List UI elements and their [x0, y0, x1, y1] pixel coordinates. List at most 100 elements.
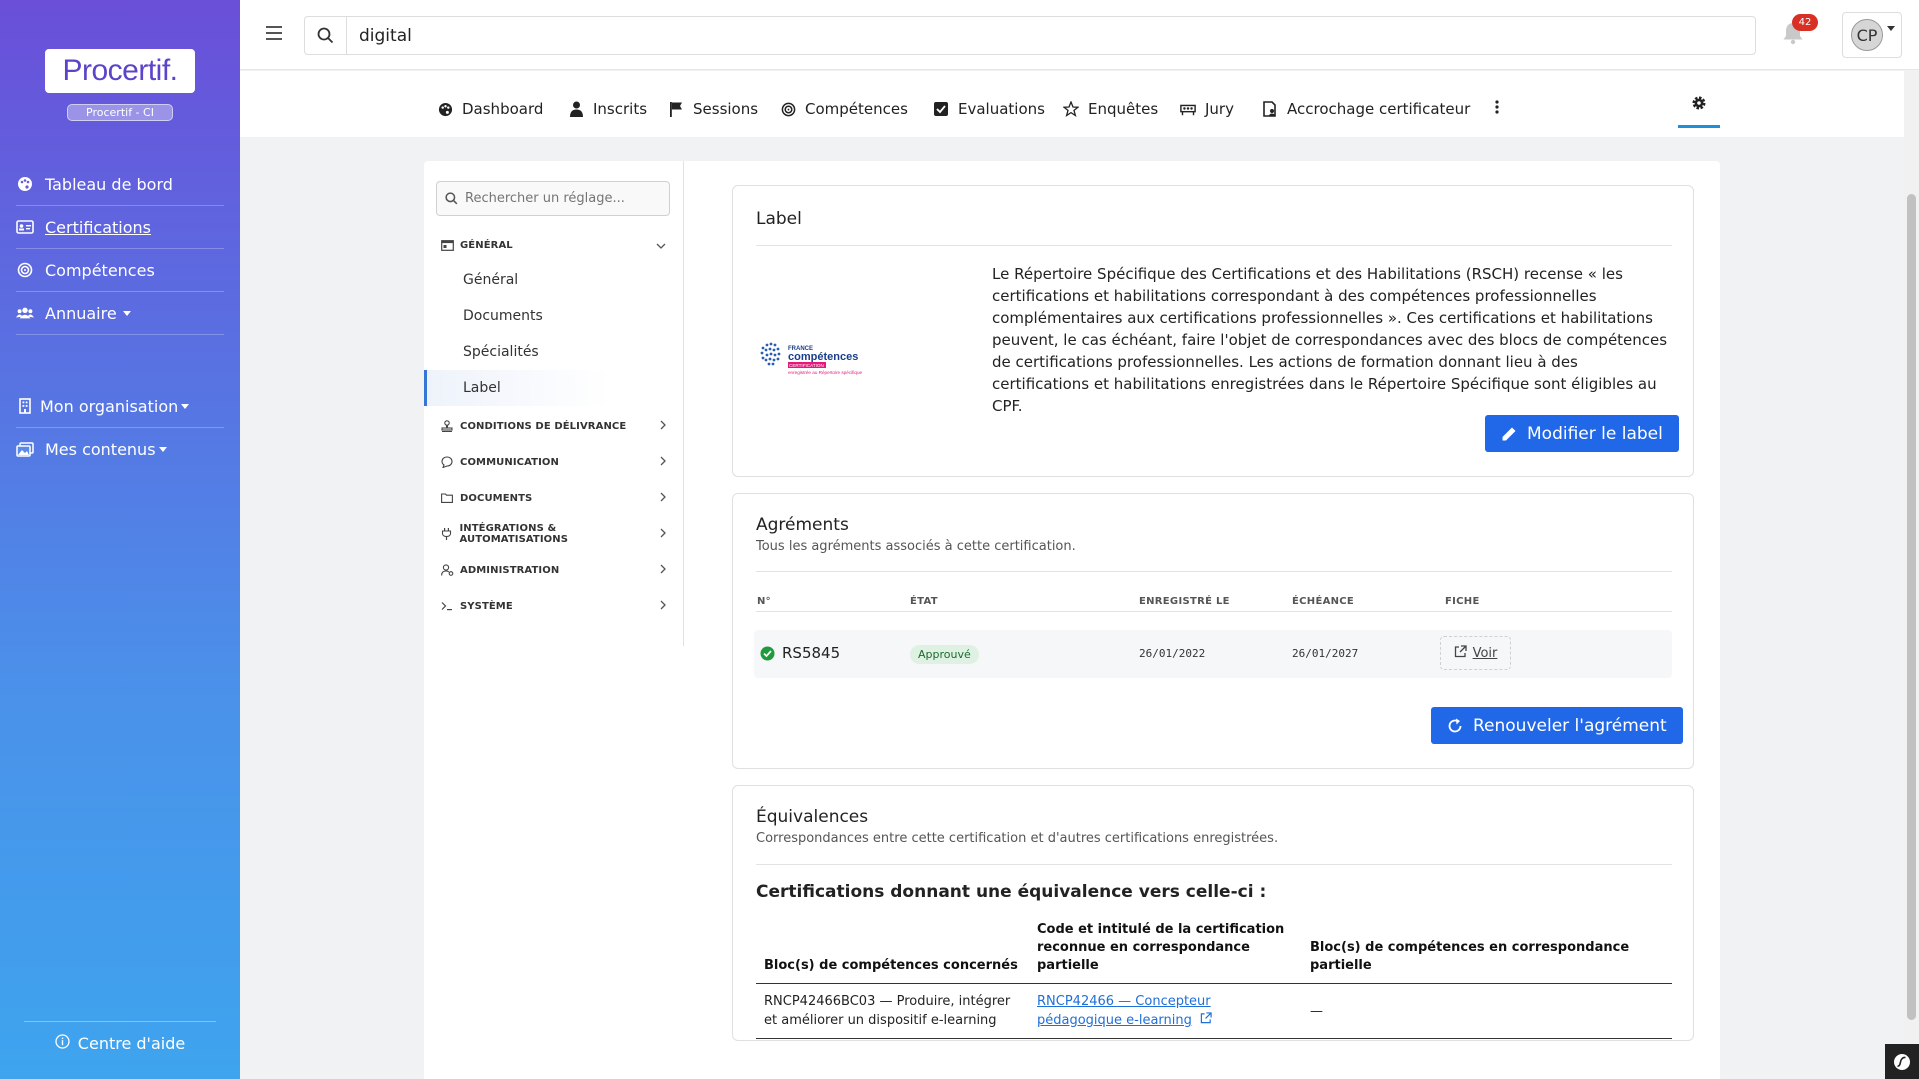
- sidebar-item-annuaire[interactable]: Annuaire: [16, 292, 224, 335]
- chevron-right-icon: [660, 455, 666, 470]
- section-label: INTÉGRATIONS & AUTOMATISATIONS: [459, 523, 569, 545]
- section-communication[interactable]: COMMUNICATION: [440, 452, 666, 472]
- section-general[interactable]: GÉNÉRAL: [440, 235, 666, 255]
- plug-icon: [440, 528, 453, 540]
- chevron-right-icon: [660, 563, 666, 578]
- stamp-icon: [440, 420, 454, 432]
- tab-inscrits[interactable]: Inscrits: [568, 98, 647, 120]
- divider: [756, 571, 1672, 572]
- more-tabs-button[interactable]: [1495, 98, 1499, 120]
- tab-sessions[interactable]: Sessions: [668, 98, 758, 120]
- button-label: Modifier le label: [1527, 423, 1663, 444]
- section-documents[interactable]: DOCUMENTS: [440, 488, 666, 508]
- edit-label-button[interactable]: Modifier le label: [1485, 415, 1679, 452]
- tab-label: Sessions: [693, 100, 759, 118]
- logo-line-3: CERTIFICATION: [789, 363, 824, 368]
- file-person-icon: [1262, 101, 1278, 117]
- folder-icon: [440, 493, 454, 503]
- status-badge: Approuvé: [910, 645, 979, 664]
- tab-enquetes[interactable]: Enquêtes: [1063, 98, 1158, 120]
- search-input[interactable]: [347, 25, 1727, 46]
- section-label: SYSTÈME: [460, 600, 513, 612]
- external-link-icon: [1200, 1011, 1212, 1030]
- section-conditions-delivrance[interactable]: CONDITIONS DE DÉLIVRANCE: [440, 416, 666, 436]
- section-label: COMMUNICATION: [460, 456, 559, 468]
- section-label: DOCUMENTS: [460, 492, 533, 504]
- settings-item-label[interactable]: Label: [424, 370, 612, 406]
- section-systeme[interactable]: SYSTÈME: [440, 596, 666, 616]
- scroll-thumb[interactable]: [1907, 194, 1916, 1020]
- column-header: Bloc(s) de compétences en correspondance…: [1302, 913, 1672, 984]
- check-circle-icon: [760, 646, 775, 661]
- section-integrations[interactable]: INTÉGRATIONS & AUTOMATISATIONS: [440, 523, 666, 545]
- card-title: Agréments: [756, 515, 849, 535]
- card-subtitle: Correspondances entre cette certificatio…: [756, 831, 1279, 846]
- settings-item-label-text: Label: [463, 380, 501, 396]
- tab-dashboard[interactable]: Dashboard: [437, 98, 543, 120]
- tab-label: Evaluations: [958, 100, 1045, 118]
- external-link-icon: [1454, 644, 1467, 662]
- app-logo[interactable]: Procertif.: [45, 49, 195, 93]
- tab-jury[interactable]: Jury: [1180, 98, 1234, 120]
- sidebar-item-label: Certifications: [45, 217, 151, 237]
- partial-cell: —: [1302, 983, 1672, 1039]
- sidebar-item-label: Tableau de bord: [45, 174, 173, 194]
- help-center-link[interactable]: Centre d'aide: [24, 1021, 216, 1065]
- top-bar: 42 CP: [240, 0, 1919, 70]
- org-badge[interactable]: Procertif - CI: [67, 104, 173, 121]
- button-label: Renouveler l'agrément: [1473, 715, 1667, 736]
- pencil-icon: [1501, 426, 1517, 442]
- table-row: RS5845 Approuvé 26/01/2022 26/01/2027 Vo…: [754, 630, 1672, 678]
- chevron-right-icon: [660, 527, 666, 542]
- section-label: GÉNÉRAL: [460, 239, 513, 251]
- caret-down-icon: [1887, 25, 1895, 31]
- tab-label: Inscrits: [593, 100, 648, 118]
- sidebar-item-tableau-de-bord[interactable]: Tableau de bord: [16, 163, 224, 206]
- link-label: Voir: [1472, 645, 1498, 661]
- registered-date: 26/01/2022: [1139, 647, 1206, 660]
- settings-item-general[interactable]: Général: [424, 262, 612, 298]
- menu-toggle-icon[interactable]: [266, 26, 282, 40]
- palette-icon: [437, 101, 453, 117]
- divider: [756, 611, 1672, 612]
- caret-down-icon: [122, 310, 131, 316]
- tab-evaluations[interactable]: Evaluations: [933, 98, 1045, 120]
- settings-item-documents[interactable]: Documents: [424, 298, 612, 334]
- info-circle-icon: [55, 1034, 70, 1053]
- terminal-icon: [440, 601, 454, 611]
- target-icon: [780, 101, 796, 117]
- sidebar-item-competences[interactable]: Compétences: [16, 249, 224, 292]
- tab-label: Compétences: [805, 100, 908, 118]
- column-header-expiry: ÉCHÉANCE: [1292, 596, 1355, 607]
- target-icon: [16, 261, 34, 279]
- settings-item-specialites[interactable]: Spécialités: [424, 334, 612, 370]
- tab-settings[interactable]: [1678, 93, 1720, 128]
- debug-toolbar-icon[interactable]: [1885, 1044, 1919, 1079]
- search-icon: [437, 192, 465, 205]
- view-fiche-link[interactable]: Voir: [1440, 636, 1511, 670]
- page-scrollbar[interactable]: [1904, 71, 1919, 1079]
- renew-agrement-button[interactable]: Renouveler l'agrément: [1431, 707, 1683, 744]
- gear-icon: [1691, 95, 1707, 125]
- tab-label: Enquêtes: [1088, 100, 1159, 118]
- help-label: Centre d'aide: [77, 1034, 186, 1053]
- global-search: [304, 16, 1756, 55]
- certification-link[interactable]: RNCP42466 — Concepteur pédagogique e-lea…: [1037, 994, 1211, 1028]
- sidebar-item-certifications[interactable]: Certifications: [16, 206, 224, 249]
- certification-tabs: Dashboard Inscrits Sessions Compétences …: [240, 71, 1904, 137]
- sidebar-item-mes-contenus[interactable]: Mes contenus: [16, 428, 224, 471]
- sidebar-item-label: Annuaire: [45, 303, 117, 323]
- user-menu-button[interactable]: CP: [1842, 12, 1902, 58]
- column-header-status: ÉTAT: [910, 596, 938, 607]
- settings-search-input[interactable]: [465, 191, 661, 206]
- chevron-down-icon: [656, 238, 666, 253]
- section-administration[interactable]: ADMINISTRATION: [440, 560, 666, 580]
- column-header-registered: ENREGISTRÉ LE: [1139, 596, 1230, 607]
- tab-accrochage-certificateur[interactable]: Accrochage certificateur: [1262, 98, 1470, 120]
- settings-item-label: Général: [463, 272, 519, 288]
- card-subtitle: Tous les agréments associés à cette cert…: [756, 539, 1076, 554]
- section-label: ADMINISTRATION: [460, 564, 560, 576]
- sidebar-item-mon-organisation[interactable]: Mon organisation: [16, 385, 224, 428]
- search-icon[interactable]: [305, 17, 347, 54]
- tab-competences[interactable]: Compétences: [780, 98, 908, 120]
